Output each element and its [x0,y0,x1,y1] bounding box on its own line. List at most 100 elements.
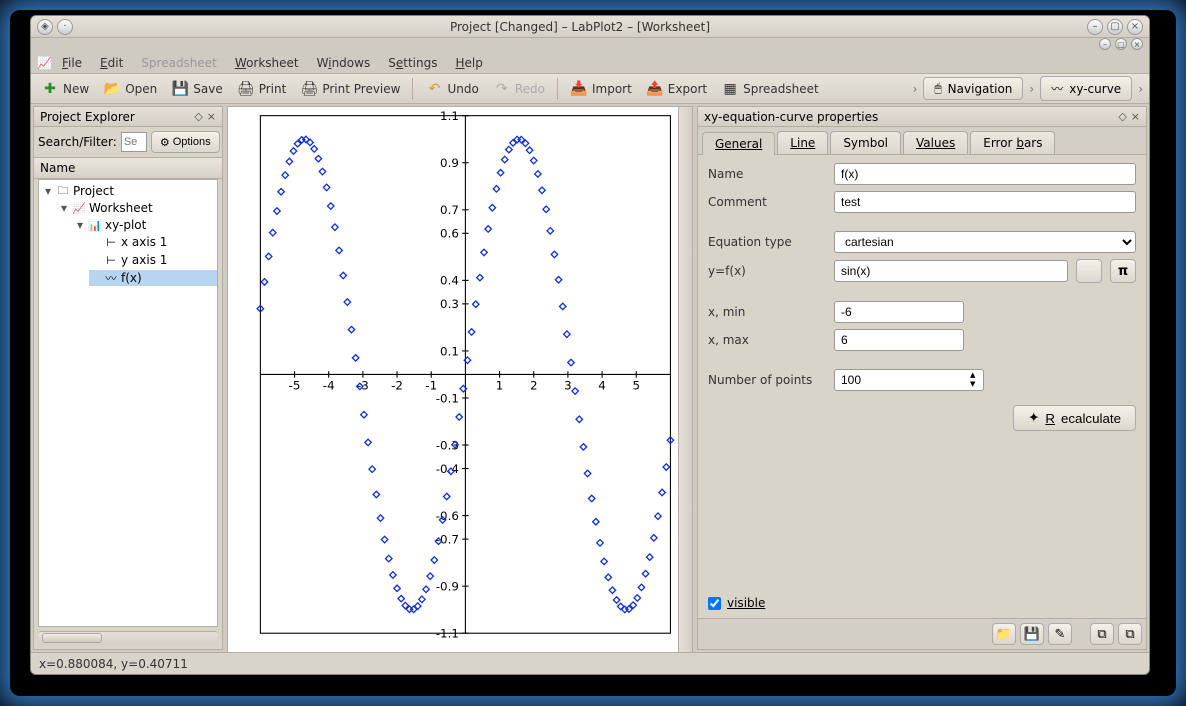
tab-general[interactable]: General [702,132,775,155]
menu-file[interactable]: File [54,54,90,72]
xmin-label: x, min [708,305,826,319]
spreadsheet-button[interactable]: ▦Spreadsheet [715,77,825,101]
mdi-minimize-button[interactable]: – [1099,38,1111,50]
equation-field[interactable] [834,260,1068,282]
axis-icon: ⊢ [104,235,118,249]
redo-button: ↷Redo [487,77,551,101]
close-panel-icon[interactable]: × [207,110,216,123]
spin-down-icon[interactable]: ▼ [970,380,975,389]
new-button[interactable]: ✚New [35,77,95,101]
name-field[interactable] [834,163,1136,185]
menu-settings[interactable]: Settings [380,54,445,72]
redo-icon: ↷ [493,80,511,98]
undock-icon[interactable]: ◇ [194,110,202,123]
svg-text:0.1: 0.1 [440,344,459,358]
tab-symbol[interactable]: Symbol [830,131,901,154]
svg-text:5: 5 [632,379,640,393]
menu-button[interactable]: · [57,19,73,35]
visible-checkbox[interactable] [708,597,721,610]
spreadsheet-icon: ▦ [721,80,739,98]
close-button[interactable]: × [1127,19,1143,35]
search-input[interactable] [121,132,147,152]
xmin-field[interactable] [834,301,964,323]
maximize-button[interactable]: ▢ [1107,19,1123,35]
mdi-maximize-button[interactable]: ▢ [1115,38,1127,50]
menu-worksheet[interactable]: Worksheet [227,54,307,72]
undo-button[interactable]: ↶Undo [419,77,484,101]
npoints-field[interactable] [834,369,984,391]
menu-edit[interactable]: Edit [92,54,131,72]
tab-line[interactable]: Line [777,131,828,154]
tree-item-worksheet[interactable]: Worksheet [89,201,153,215]
fx-picker-button[interactable] [1076,259,1102,283]
options-button[interactable]: ⚙Options [151,131,220,153]
open-button[interactable]: 📂Open [97,77,163,101]
tab-values[interactable]: Values [903,131,968,154]
comment-field[interactable] [834,191,1136,213]
menu-spreadsheet: Spreadsheet [133,54,225,72]
save-button[interactable]: 💾Save [165,77,228,101]
hscroll-explorer[interactable] [38,631,218,645]
spin-up-icon[interactable]: ▲ [970,371,975,380]
copy-button[interactable]: ⧉ [1090,623,1114,645]
svg-text:4: 4 [598,379,606,393]
tree-item-fx[interactable]: f(x) [121,271,142,285]
import-button[interactable]: 📥Import [564,77,638,101]
undo-icon: ↶ [425,80,443,98]
export-button[interactable]: 📤Export [640,77,713,101]
minimize-button[interactable]: – [1087,19,1103,35]
paste-button[interactable]: ⧉ [1118,623,1142,645]
xmax-field[interactable] [834,329,964,351]
tree-item-xaxis[interactable]: x axis 1 [121,235,167,249]
project-tree[interactable]: ▾🗀Project ▾📈Worksheet ▾📊xy-plot ⊢x axis … [38,179,218,627]
toolbar: ✚New 📂Open 💾Save 🖨Print 🖨Print Preview ↶… [31,74,1149,104]
tree-item-project[interactable]: Project [73,184,114,198]
print-preview-button[interactable]: 🖨Print Preview [294,77,406,101]
mdi-close-button[interactable]: × [1131,38,1143,50]
menu-windows[interactable]: Windows [309,54,379,72]
save-template-button[interactable]: 💾 [1020,623,1044,645]
gear-icon: ✦ [1028,410,1039,426]
panel-header: Project Explorer ◇× [34,107,222,127]
svg-text:0.6: 0.6 [440,227,459,241]
plot-icon: 📊 [88,218,102,232]
print-button[interactable]: 🖨Print [231,77,293,101]
new-icon: ✚ [41,80,59,98]
gear-icon: ⚙ [160,136,170,149]
open-icon: 📂 [103,80,121,98]
property-tabs: General Line Symbol Values Error bars [698,127,1146,155]
export-icon: 📤 [646,80,664,98]
yfx-label: y=f(x) [708,264,826,278]
svg-text:-4: -4 [323,379,335,393]
window-title: Project [Changed] – LabPlot2 – [Workshee… [77,20,1083,34]
comment-label: Comment [708,195,826,209]
plot-canvas[interactable]: -5-4-3-2-112345-1.1-0.9-0.7-0.6-0.4-0.3-… [227,106,693,650]
edit-template-button[interactable]: ✎ [1048,623,1072,645]
svg-text:2: 2 [530,379,538,393]
tree-header-name[interactable]: Name [34,157,222,179]
svg-text:-5: -5 [289,379,301,393]
menubar: 📈 File Edit Spreadsheet Worksheet Window… [31,52,1149,74]
tree-item-yaxis[interactable]: y axis 1 [121,253,167,267]
svg-text:0.9: 0.9 [440,156,459,170]
recalculate-button[interactable]: ✦Recalculate [1013,405,1136,431]
breadcrumb-navigation[interactable]: 🖱Navigation [923,77,1023,100]
visible-label[interactable]: visible [727,596,765,610]
vscroll-plot[interactable] [678,107,692,652]
eqtype-select[interactable]: cartesian [834,231,1136,253]
chevron-right-icon[interactable]: › [1027,82,1036,96]
breadcrumb-xy-curve[interactable]: 〰xy-curve [1040,76,1132,101]
chevron-right-icon[interactable]: › [1136,82,1145,96]
tab-error-bars[interactable]: Error bars [970,131,1055,154]
tree-item-xyplot[interactable]: xy-plot [105,218,146,232]
close-panel-icon[interactable]: × [1131,110,1140,123]
npoints-label: Number of points [708,373,826,387]
pi-button[interactable]: π [1110,259,1136,283]
menu-help[interactable]: Help [447,54,490,72]
load-template-button[interactable]: 📁 [992,623,1016,645]
chevron-right-icon[interactable]: › [911,82,920,96]
undock-icon[interactable]: ◇ [1118,110,1126,123]
curve-icon: 〰 [1051,80,1063,97]
plot-svg: -5-4-3-2-112345-1.1-0.9-0.7-0.6-0.4-0.3-… [228,107,692,652]
project-explorer-panel: Project Explorer ◇× Search/Filter: ⚙Opti… [33,106,223,650]
